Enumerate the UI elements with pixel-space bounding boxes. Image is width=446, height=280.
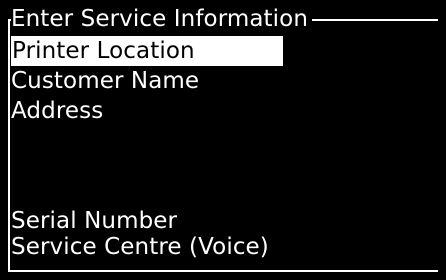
menu-item-service-centre-voice[interactable]: Service Centre (Voice) <box>11 232 269 262</box>
menu-item-customer-name[interactable]: Customer Name <box>11 66 199 96</box>
dialog-title: Enter Service Information <box>11 4 312 34</box>
menu-item-address[interactable]: Address <box>11 96 103 126</box>
menu-item-printer-location[interactable]: Printer Location <box>11 36 283 66</box>
